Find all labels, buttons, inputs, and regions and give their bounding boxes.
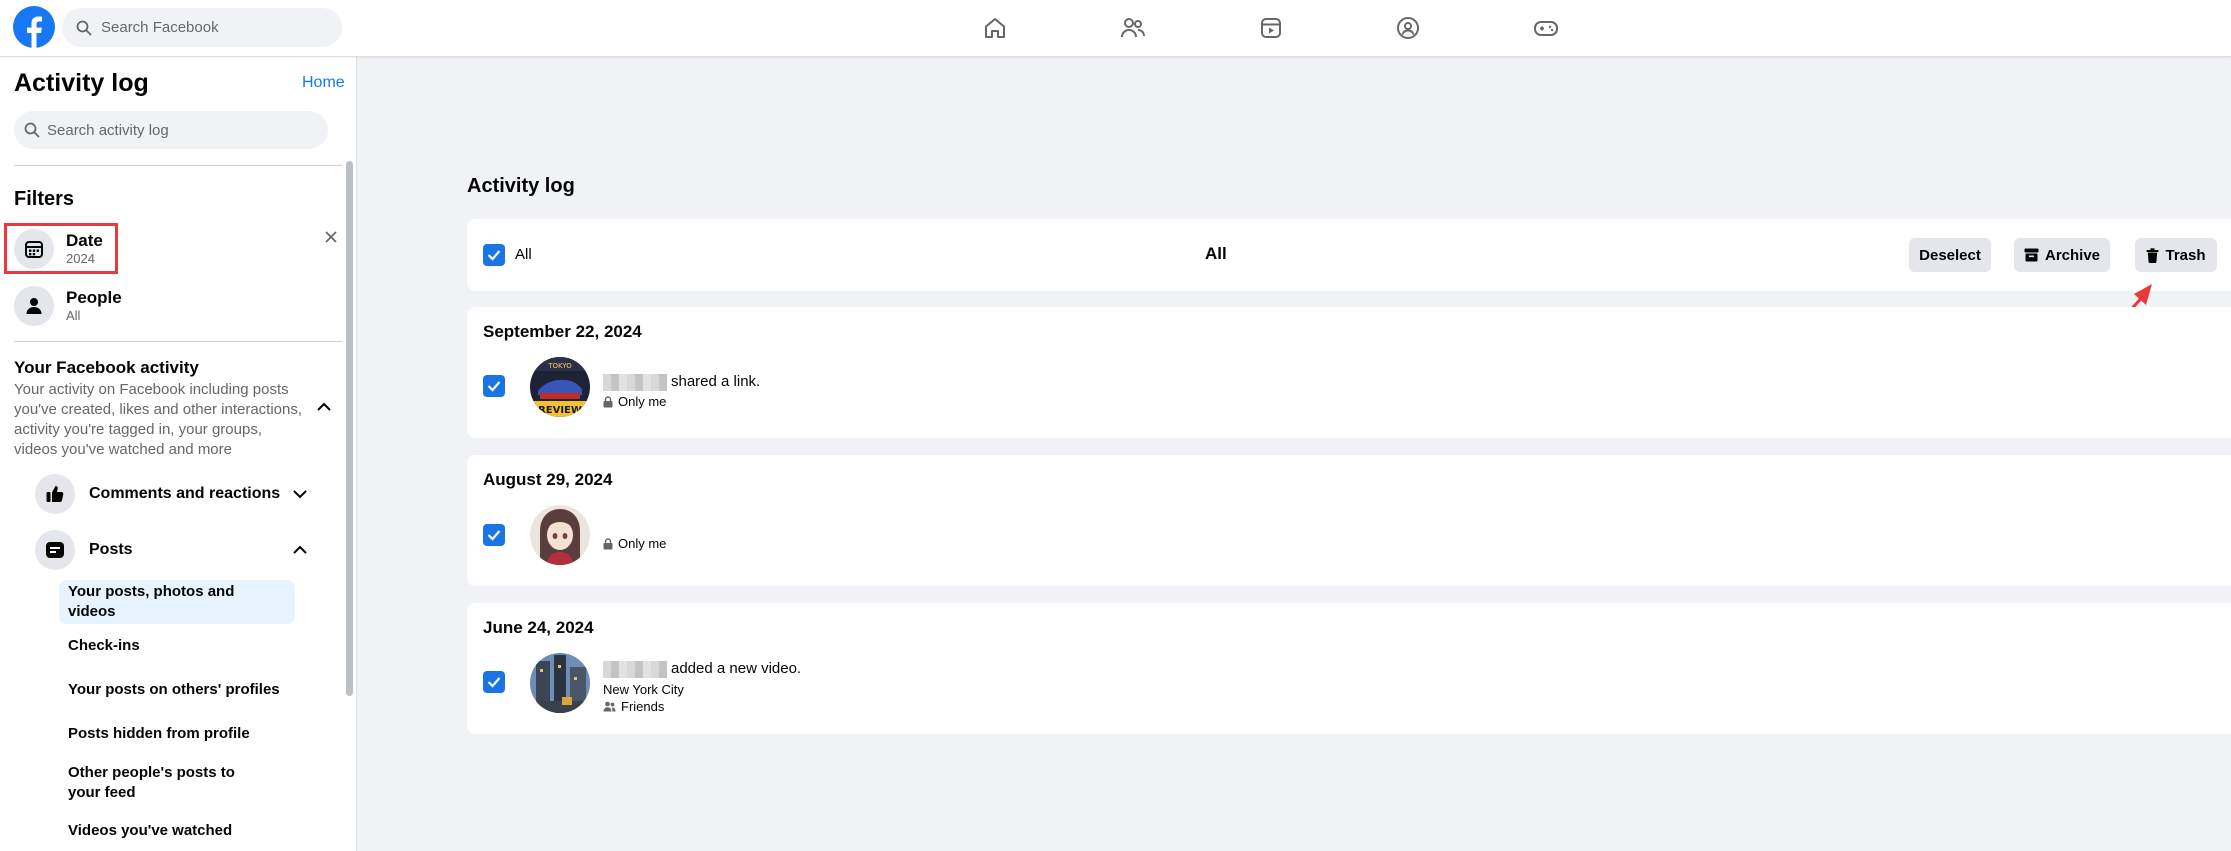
blurred-name [603, 660, 667, 678]
facebook-logo-icon[interactable] [13, 6, 55, 48]
activity-action: added a new video. [671, 660, 802, 677]
friends-icon [603, 701, 621, 712]
facebook-activity-heading[interactable]: Your Facebook activity [14, 358, 199, 378]
privacy-indicator[interactable]: Only me [603, 536, 666, 551]
group-date: June 24, 2024 [483, 618, 594, 637]
privacy-indicator[interactable]: Friends [603, 699, 664, 714]
activity-log-search-input[interactable]: Search activity log [14, 111, 328, 149]
trash-button[interactable]: Trash [2135, 238, 2217, 272]
divider [14, 165, 342, 166]
activity-action: shared a link. [671, 373, 761, 390]
search-icon [24, 122, 40, 138]
group-date: September 22, 2024 [483, 322, 642, 341]
select-all-label: All [515, 246, 532, 263]
activity-group-1: September 22, 2024 TOKYO REVIEW shared a… [467, 307, 2231, 438]
item-checkbox[interactable] [483, 671, 505, 693]
filter-people[interactable]: People All [14, 283, 122, 329]
svg-text:TOKYO: TOKYO [547, 362, 572, 370]
search-icon [76, 20, 92, 36]
category-label: Posts [89, 541, 133, 558]
item-checkbox[interactable] [483, 375, 505, 397]
thumbs-up-icon [35, 474, 75, 514]
group-date: August 29, 2024 [483, 470, 613, 489]
groups-icon[interactable] [1386, 10, 1430, 46]
category-posts[interactable]: Posts [35, 529, 133, 571]
sidebar-title: Activity log [14, 69, 149, 97]
activity-log-sidebar: Activity log Home Search activity log Fi… [0, 57, 357, 851]
privacy-indicator[interactable]: Only me [603, 394, 666, 409]
video-thumbnail-avatar[interactable] [530, 653, 590, 713]
toolbar-center-label: All [1205, 244, 1227, 263]
facebook-activity-description: Your activity on Facebook including post… [14, 381, 303, 458]
lock-icon [603, 395, 618, 408]
filter-people-value: All [66, 308, 81, 323]
page-title: Activity log [467, 175, 575, 197]
trash-icon [2146, 247, 2159, 263]
location-label[interactable]: New York City [603, 682, 684, 697]
filters-heading: Filters [14, 188, 75, 210]
chevron-down-icon[interactable] [292, 489, 308, 499]
activity-group-2: August 29, 2024 Only me [467, 455, 2231, 586]
facebook-search-bar[interactable]: Search Facebook [62, 8, 342, 47]
sidebar-scrollbar[interactable] [346, 161, 353, 696]
profile-avatar[interactable] [530, 505, 590, 565]
privacy-label: Friends [621, 699, 665, 714]
friends-icon[interactable] [1111, 10, 1155, 46]
sub-item-your-posts[interactable]: Your posts, photos and videos [59, 580, 295, 624]
annotation-highlight-box [4, 223, 118, 274]
sub-item-others-posts-to-feed[interactable]: Other people's posts to your feed [59, 763, 279, 803]
clear-date-filter-icon[interactable] [324, 230, 338, 244]
home-link[interactable]: Home [302, 74, 345, 92]
trash-label: Trash [2165, 246, 2206, 264]
archive-icon [2024, 248, 2039, 262]
divider [14, 341, 342, 342]
archive-button[interactable]: Archive [2014, 238, 2110, 272]
blurred-name [603, 373, 667, 391]
lock-icon [603, 537, 618, 550]
search-placeholder: Search activity log [47, 121, 169, 139]
video-icon[interactable] [1249, 10, 1293, 46]
archive-label: Archive [2044, 246, 2101, 264]
category-comments-reactions[interactable]: Comments and reactions [35, 473, 280, 515]
person-icon [14, 286, 54, 326]
activity-group-3: June 24, 2024 added a new video. New Yor… [467, 603, 2231, 734]
selection-toolbar: All All Deselect Archive Trash [467, 219, 2231, 291]
deselect-button[interactable]: Deselect [1909, 238, 1991, 272]
top-navigation-bar: Search Facebook [0, 0, 2231, 57]
link-thumbnail-avatar[interactable]: TOKYO REVIEW [530, 357, 590, 417]
svg-text:REVIEW: REVIEW [538, 405, 582, 416]
sub-item-check-ins[interactable]: Check-ins [59, 636, 295, 656]
home-icon[interactable] [973, 10, 1017, 46]
gaming-icon[interactable] [1524, 10, 1568, 46]
privacy-label: Only me [618, 394, 667, 409]
search-placeholder: Search Facebook [101, 19, 219, 36]
filter-people-label: People [66, 288, 122, 307]
sub-item-videos-watched[interactable]: Videos you've watched [59, 821, 295, 841]
category-label: Comments and reactions [89, 485, 281, 502]
chevron-up-icon[interactable] [316, 402, 332, 412]
item-checkbox[interactable] [483, 524, 505, 546]
sub-item-posts-on-others-profiles[interactable]: Your posts on others' profiles [59, 680, 295, 700]
sub-item-posts-hidden[interactable]: Posts hidden from profile [59, 724, 295, 744]
select-all-checkbox[interactable] [483, 244, 505, 266]
chevron-up-icon[interactable] [292, 545, 308, 555]
privacy-label: Only me [618, 536, 667, 551]
post-icon [35, 530, 75, 570]
